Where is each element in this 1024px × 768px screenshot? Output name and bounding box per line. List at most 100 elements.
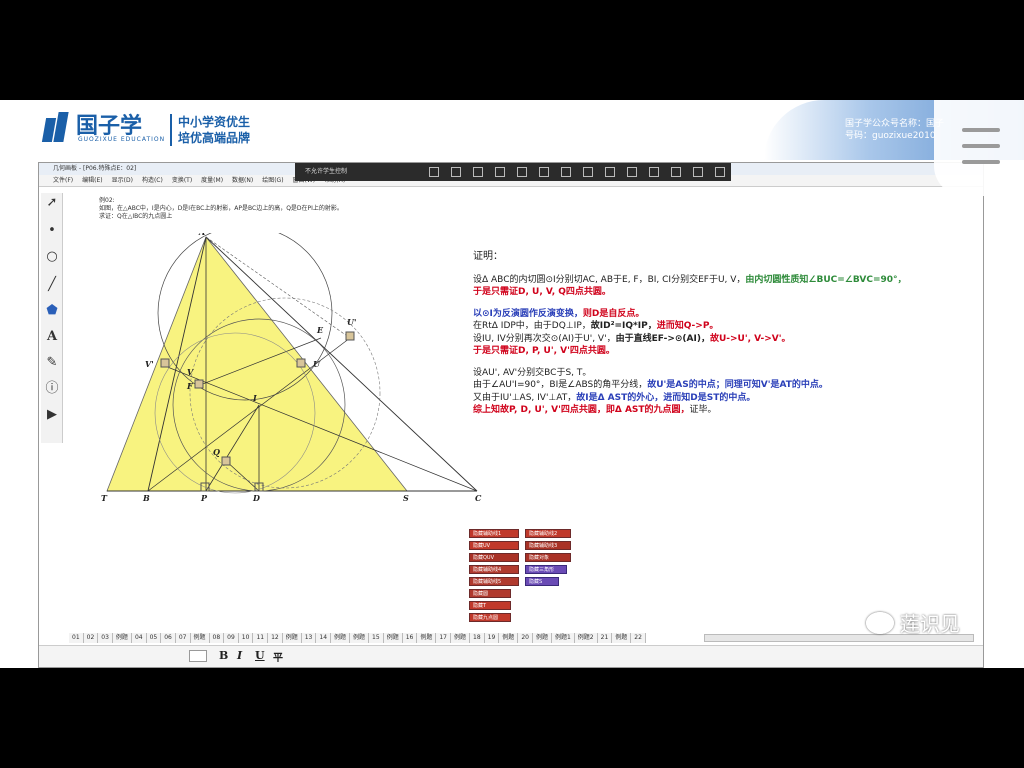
hide-triangle-button[interactable]: 隐藏三角形	[525, 565, 567, 574]
page-tab[interactable]: 14	[316, 633, 332, 643]
hide-s-button[interactable]: 隐藏S	[525, 577, 559, 586]
info-tool-icon[interactable]: ⓘ	[44, 381, 60, 397]
highlighter-icon[interactable]	[451, 167, 462, 177]
hide-uv-button[interactable]: 隐藏UV	[469, 541, 519, 550]
page-tab[interactable]: 例题	[350, 633, 370, 643]
page-tab[interactable]: 13	[301, 633, 317, 643]
text-tool-icon[interactable]: A	[44, 329, 60, 345]
page-tab[interactable]: 例题	[451, 633, 471, 643]
special-symbol-button[interactable]: 平	[273, 649, 283, 664]
page-tab[interactable]: 22	[631, 633, 646, 643]
menu-construct[interactable]: 构造(C)	[142, 175, 163, 186]
hamburger-menu-button[interactable]	[934, 100, 1024, 196]
page-tab[interactable]: 05	[146, 633, 162, 643]
menu-line-icon	[962, 144, 1000, 148]
hide-t-button[interactable]: 隐藏T	[469, 601, 511, 610]
custom-tool-icon[interactable]: ▶	[44, 407, 60, 423]
proof-line-3: 以⊙I为反演圆作反演变换，则D是自反点。	[473, 308, 993, 321]
page-tab[interactable]: 18	[470, 633, 485, 643]
label-I: I	[252, 393, 257, 403]
proof-line-5b: 由于直线EF->⊙(AI)，	[615, 333, 710, 344]
menu-display[interactable]: 显示(D)	[112, 175, 133, 186]
menu-measure[interactable]: 度量(M)	[201, 175, 223, 186]
underline-button[interactable]: U	[255, 649, 265, 662]
compass-tool-icon[interactable]: ○	[44, 249, 60, 265]
grid-icon[interactable]	[473, 167, 484, 177]
font-size-field[interactable]	[189, 650, 207, 662]
page-tab[interactable]: 21	[597, 633, 613, 643]
page-tab[interactable]: 例题	[112, 633, 132, 643]
page-tab[interactable]: 例题	[282, 633, 302, 643]
pointer-icon[interactable]	[517, 167, 528, 177]
page-tab[interactable]: 10	[238, 633, 254, 643]
page-tab[interactable]: 02	[83, 633, 99, 643]
page-tab[interactable]: 例题	[499, 633, 519, 643]
page-tab[interactable]: 15	[369, 633, 384, 643]
hide-quv-button[interactable]: 隐藏QUV	[469, 553, 519, 562]
proof-text: 证明： 设Δ ABC的内切圆⊙I分别切AC, AB于E, F，BI, CI分别交…	[473, 251, 993, 417]
label-D: D	[252, 493, 260, 503]
hide-aux-line-3-button[interactable]: 隐藏辅助线3	[525, 541, 571, 550]
hide-object-button[interactable]: 隐藏对象	[525, 553, 571, 562]
italic-button[interactable]: I	[237, 649, 242, 662]
page-tab[interactable]: 例题	[532, 633, 552, 643]
page-tab[interactable]: 03	[98, 633, 113, 643]
page-tab[interactable]: 09	[224, 633, 239, 643]
proof-line-3a: 以⊙I为反演圆作反演变换，	[473, 308, 583, 319]
page-tab[interactable]: 20	[518, 633, 533, 643]
undo-icon[interactable]	[649, 167, 660, 177]
expand-icon[interactable]	[693, 167, 704, 177]
page-tab[interactable]: 例题	[190, 633, 210, 643]
menu-transform[interactable]: 变换(T)	[172, 175, 192, 186]
page-tab[interactable]: 01	[69, 633, 84, 643]
hide-nine-point-circle-button[interactable]: 隐藏九点圆	[469, 613, 511, 622]
menu-file[interactable]: 文件(F)	[53, 175, 73, 186]
redo-icon[interactable]	[671, 167, 682, 177]
watermark: 莲识见	[866, 608, 960, 637]
page-tab[interactable]: 例题	[417, 633, 437, 643]
hide-aux-line-2-button[interactable]: 隐藏辅助线2	[525, 529, 571, 538]
problem-line-1: 例02:	[99, 197, 115, 204]
arrow-tool-icon[interactable]: ➚	[44, 195, 60, 211]
point-tool-icon[interactable]: •	[44, 223, 60, 239]
menu-number[interactable]: 数据(N)	[232, 175, 253, 186]
eraser-icon[interactable]	[605, 167, 616, 177]
menu-graph[interactable]: 绘图(G)	[262, 175, 283, 186]
bold-button[interactable]: B	[219, 649, 228, 662]
proof-line-3b: 则D是自反点。	[582, 308, 645, 319]
menu-edit[interactable]: 编辑(E)	[82, 175, 102, 186]
label-S: S	[403, 493, 409, 503]
page-tab[interactable]: 16	[402, 633, 418, 643]
select-icon[interactable]	[539, 167, 550, 177]
page-tab[interactable]: 06	[161, 633, 176, 643]
page-tab[interactable]: 例题1	[551, 633, 575, 643]
hide-circle-button[interactable]: 隐藏圆	[469, 589, 511, 598]
shape-icon[interactable]	[561, 167, 572, 177]
line-tool-icon[interactable]: ╱	[44, 277, 60, 293]
board-icon[interactable]	[495, 167, 506, 177]
page-tab[interactable]: 12	[268, 633, 283, 643]
fill-icon[interactable]	[583, 167, 594, 177]
sketch-canvas[interactable]: 例02: 如图，在△ABC中，I是内心，D是I在BC上的射影，AP是BC边上的高…	[65, 193, 975, 633]
page-tab[interactable]: 19	[484, 633, 500, 643]
proof-line-8a: 由于∠AU'I=90°，BI是∠ABS的角平分线，	[473, 380, 648, 390]
hide-aux-line-5-button[interactable]: 隐藏辅助线5	[469, 577, 519, 586]
text-icon[interactable]	[627, 167, 638, 177]
page-tab[interactable]: 例题	[331, 633, 351, 643]
close-icon[interactable]	[715, 167, 726, 177]
page-tab[interactable]: 11	[253, 633, 269, 643]
page-tab[interactable]: 例题2	[574, 633, 598, 643]
page-tab[interactable]: 17	[436, 633, 451, 643]
hide-aux-line-4-button[interactable]: 隐藏辅助线4	[469, 565, 519, 574]
student-control-label[interactable]: 不允许学生控制	[305, 163, 347, 181]
page-tab[interactable]: 07	[175, 633, 191, 643]
marker-tool-icon[interactable]: ✎	[44, 355, 60, 371]
page-tab[interactable]: 例题	[612, 633, 632, 643]
polygon-tool-icon[interactable]: ⬟	[44, 303, 60, 319]
page-tab[interactable]: 例题	[383, 633, 403, 643]
page-tab[interactable]: 08	[209, 633, 225, 643]
page-tab[interactable]: 04	[131, 633, 147, 643]
pen-icon[interactable]	[429, 167, 440, 177]
hide-aux-line-1-button[interactable]: 隐藏辅助线1	[469, 529, 519, 538]
label-C: C	[475, 493, 482, 503]
